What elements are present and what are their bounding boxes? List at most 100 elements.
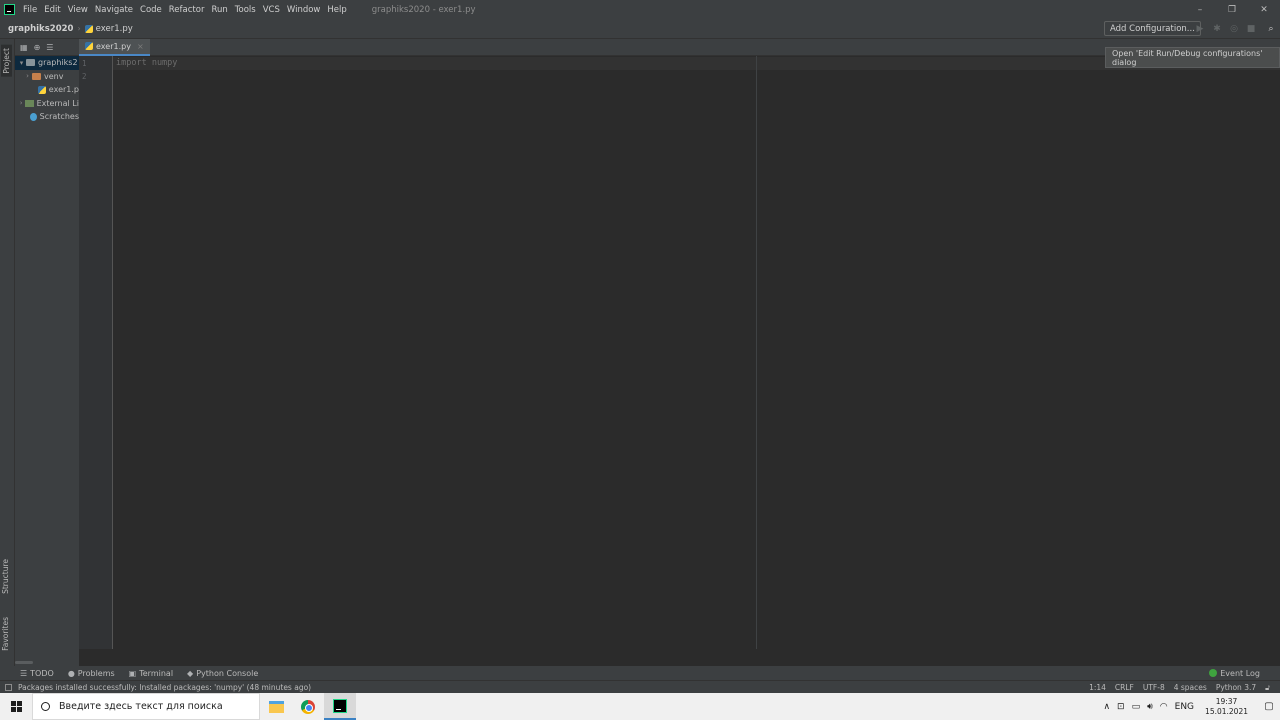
project-panel-scrollbar[interactable] [15,661,33,664]
structure-tool-tab[interactable]: Structure [1,559,10,594]
project-tool-tab[interactable]: Project [1,45,12,77]
tree-expand-icon[interactable]: › [17,99,25,107]
python-file-icon [37,85,46,94]
navigation-bar: graphiks2020 › exer1.py Add Configuratio… [0,19,1280,39]
list-icon: ☰ [20,668,28,678]
restore-button[interactable]: ❐ [1216,0,1248,19]
python-file-icon [85,42,93,50]
status-message[interactable]: Packages installed successfully: Install… [18,683,311,692]
menu-help[interactable]: Help [327,5,346,15]
event-log-label: Event Log [1220,668,1260,678]
menu-run[interactable]: Run [211,5,227,15]
wifi-icon[interactable]: ◠ [1160,702,1168,712]
file-explorer-app[interactable] [260,693,292,720]
speaker-icon[interactable]: 🔊︎ [1147,702,1153,712]
run-icon[interactable]: ▶ [1193,22,1207,36]
right-margin-guide [756,56,757,649]
tree-item[interactable]: › venv [15,70,79,84]
menu-file[interactable]: File [23,5,37,15]
breadcrumb-project[interactable]: graphiks2020 [8,24,73,34]
main-menu: File Edit View Navigate Code Refactor Run Tools… [23,5,354,15]
menu-code[interactable]: Code [140,5,162,15]
windows-logo-icon [10,701,22,712]
tree-item-label: External Li [36,98,79,108]
pycharm-app[interactable] [324,693,356,720]
indent-setting[interactable]: 4 spaces [1174,683,1207,692]
info-icon: ● [67,668,75,678]
taskbar-search[interactable]: Введите здесь текст для поиска [32,693,260,720]
tree-expand-icon[interactable]: › [23,72,32,80]
menu-edit[interactable]: Edit [44,5,60,15]
coverage-icon[interactable]: ◎ [1227,22,1241,36]
tree-expand-icon[interactable]: ▾ [17,59,26,67]
locate-file-icon[interactable]: ⊕ [34,43,41,52]
line-separator[interactable]: CRLF [1115,683,1134,692]
terminal-button[interactable]: ▣ Terminal [129,669,173,678]
folder-icon [32,72,41,80]
tree-item-label: exer1.p [48,85,79,95]
battery-icon[interactable]: ▭ [1132,702,1141,712]
folder-icon [26,59,35,67]
chrome-icon [301,699,315,714]
notification-icon[interactable]: ▢ [1258,701,1280,712]
menu-refactor[interactable]: Refactor [169,5,205,15]
editor-tab-exer1[interactable]: exer1.py × [79,38,150,56]
add-configuration-button[interactable]: Add Configuration... [1104,21,1201,36]
lock-icon[interactable]: 🔓︎ [1265,683,1270,693]
menu-view[interactable]: View [68,5,88,15]
project-view-icon[interactable]: ▦ [20,43,28,52]
file-encoding[interactable]: UTF-8 [1143,683,1165,692]
left-tool-strip: Project Structure Favorites [0,39,15,666]
tree-item[interactable]: ▾ graphiks2 [15,56,79,70]
debug-icon[interactable]: ✱ [1210,22,1224,36]
problems-label: Problems [77,668,115,678]
menu-tools[interactable]: Tools [235,5,256,15]
stop-icon[interactable]: ■ [1244,22,1258,36]
python-console-button[interactable]: ◆ Python Console [187,669,258,678]
code-line[interactable]: import numpy [116,58,177,68]
meet-now-icon[interactable]: ⊡ [1117,702,1125,712]
start-button[interactable] [0,693,32,720]
search-everywhere-icon[interactable]: ⌕ [1264,22,1278,36]
event-log-icon [1209,669,1218,677]
toggle-tool-windows-icon[interactable] [5,684,12,691]
caret-position[interactable]: 1:14 [1089,683,1106,692]
close-button[interactable]: ✕ [1248,0,1280,19]
problems-button[interactable]: ● Problems [68,669,115,678]
taskbar-search-placeholder: Введите здесь текст для поиска [59,701,223,712]
windows-taskbar: Введите здесь текст для поиска ∧ ⊡ ▭ 🔊︎ … [0,693,1280,720]
tool-window-bar: ☰ TODO ● Problems ▣ Terminal ◆ Python Co… [0,666,1280,680]
event-log-button[interactable]: Event Log [1209,666,1260,680]
input-language[interactable]: ENG [1175,702,1194,712]
menu-window[interactable]: Window [287,5,321,15]
title-bar: File Edit View Navigate Code Refactor Run Tools… [0,0,1280,19]
python-interpreter[interactable]: Python 3.7 [1216,683,1256,692]
breadcrumb-file[interactable]: exer1.py [96,24,133,34]
chevron-up-icon[interactable]: ∧ [1103,702,1110,712]
tree-item[interactable]: › External Li [15,97,79,111]
menu-navigate[interactable]: Navigate [95,5,133,15]
close-tab-icon[interactable]: × [137,42,144,51]
python-console-label: Python Console [196,668,259,678]
menu-vcs[interactable]: VCS [263,5,280,15]
favorites-tool-tab[interactable]: Favorites [1,617,10,651]
system-tray: ∧ ⊡ ▭ 🔊︎ ◠ ENG 19:37 15.01.2021 ▢ [1103,693,1280,720]
clock-date: 15.01.2021 [1205,706,1248,716]
status-bar: Packages installed successfully: Install… [0,680,1280,693]
library-icon [25,99,34,107]
collapse-all-icon[interactable]: ☰ [46,43,53,52]
tree-item[interactable]: exer1.p [15,83,79,97]
editor-area: exer1.py × 1 2 import numpy [79,38,1280,666]
tree-item[interactable]: Scratches [15,110,79,124]
terminal-icon: ▣ [128,668,137,678]
editor-gutter: 1 2 [79,56,113,649]
scratch-icon [29,112,37,121]
python-file-icon [84,24,93,33]
minimize-button[interactable]: – [1184,0,1216,19]
clock[interactable]: 19:37 15.01.2021 [1205,697,1248,717]
tree-item-label: venv [44,71,64,81]
editor-tab-label: exer1.py [96,41,131,51]
todo-button[interactable]: ☰ TODO [20,669,54,678]
chrome-app[interactable] [292,693,324,720]
window-controls: – ❐ ✕ [1184,0,1280,19]
